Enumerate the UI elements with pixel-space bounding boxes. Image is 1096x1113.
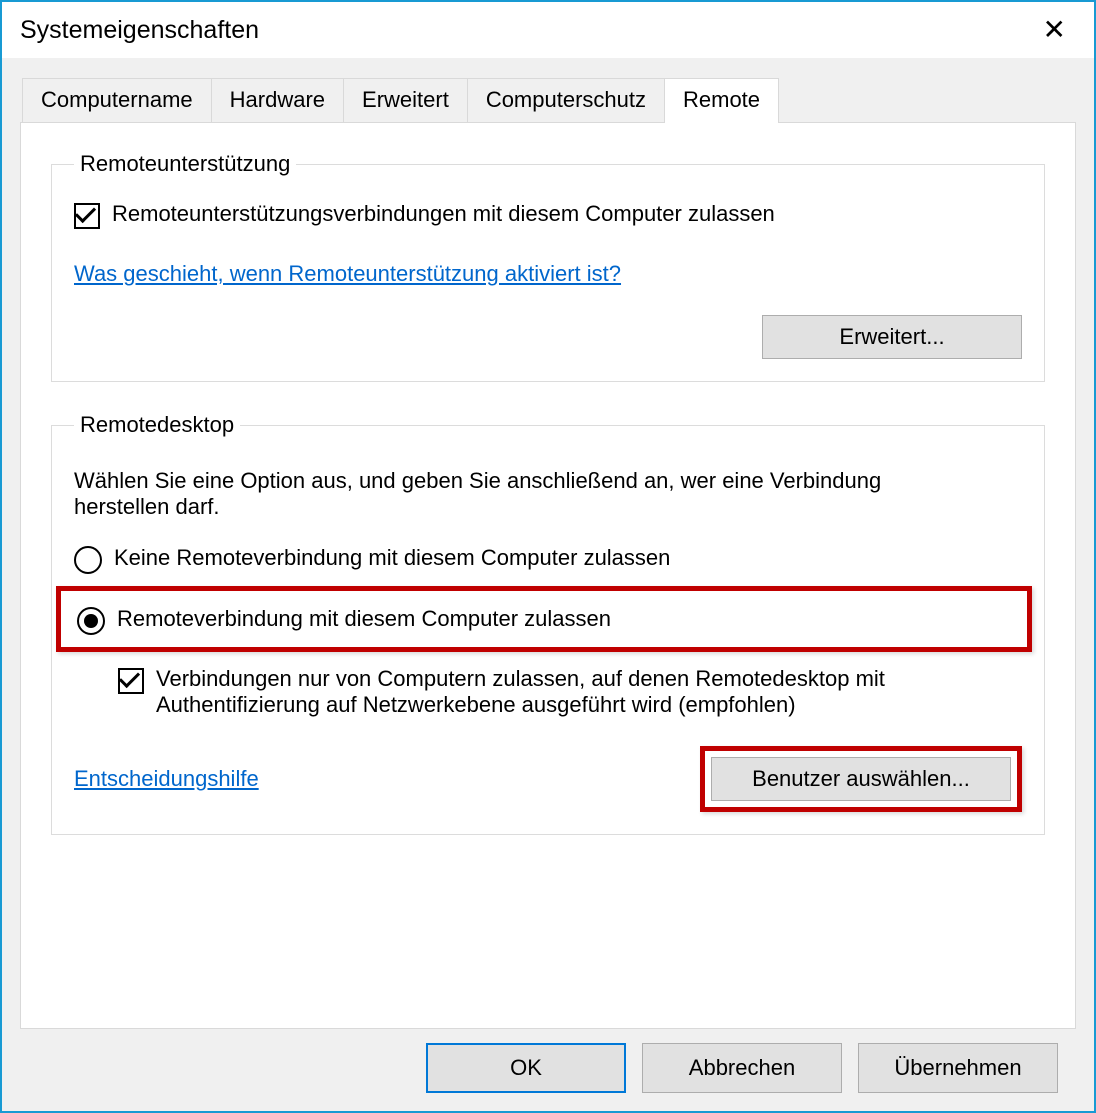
ok-button[interactable]: OK	[426, 1043, 626, 1093]
remote-desktop-legend: Remotedesktop	[74, 412, 240, 438]
remote-support-legend: Remoteunterstützung	[74, 151, 296, 177]
highlight-allow-connection: Remoteverbindung mit diesem Computer zul…	[56, 586, 1032, 652]
allow-remote-support-label: Remoteunterstützungsverbindungen mit die…	[112, 201, 775, 227]
radio-no-connection[interactable]	[74, 546, 102, 574]
radio-no-connection-row: Keine Remoteverbindung mit diesem Comput…	[74, 540, 1022, 580]
allow-remote-support-row: Remoteunterstützungsverbindungen mit die…	[74, 201, 1022, 227]
tab-strip: Computername Hardware Erweitert Computer…	[22, 78, 1076, 123]
radio-allow-connection[interactable]	[77, 607, 105, 635]
tab-label: Remote	[683, 87, 760, 112]
tab-systemprotection[interactable]: Computerschutz	[467, 78, 665, 123]
nla-only-row: Verbindungen nur von Computern zulassen,…	[118, 666, 898, 718]
radio-allow-connection-row: Remoteverbindung mit diesem Computer zul…	[69, 605, 1019, 633]
dialog-footer: OK Abbrechen Übernehmen	[20, 1029, 1076, 1111]
remote-desktop-bottom-row: Entscheidungshilfe Benutzer auswählen...	[74, 746, 1022, 812]
radio-allow-connection-label: Remoteverbindung mit diesem Computer zul…	[117, 606, 611, 632]
cancel-button[interactable]: Abbrechen	[642, 1043, 842, 1093]
remote-desktop-group: Remotedesktop Wählen Sie eine Option aus…	[51, 412, 1045, 835]
tab-advanced[interactable]: Erweitert	[343, 78, 468, 123]
titlebar: Systemeigenschaften ✕	[2, 2, 1094, 58]
tab-label: Erweitert	[362, 87, 449, 112]
apply-button[interactable]: Übernehmen	[858, 1043, 1058, 1093]
tab-label: Computerschutz	[486, 87, 646, 112]
tab-remote[interactable]: Remote	[664, 78, 779, 123]
allow-remote-support-checkbox[interactable]	[74, 203, 100, 229]
tab-hardware[interactable]: Hardware	[211, 78, 344, 123]
nla-only-checkbox[interactable]	[118, 668, 144, 694]
remote-support-help-link[interactable]: Was geschieht, wenn Remoteunterstützung …	[74, 261, 621, 287]
nla-only-label: Verbindungen nur von Computern zulassen,…	[156, 666, 898, 718]
tab-area: Computername Hardware Erweitert Computer…	[2, 58, 1094, 1111]
tab-label: Computername	[41, 87, 193, 112]
system-properties-window: Systemeigenschaften ✕ Computername Hardw…	[0, 0, 1096, 1113]
tab-label: Hardware	[230, 87, 325, 112]
select-users-button[interactable]: Benutzer auswählen...	[711, 757, 1011, 801]
remote-support-advanced-button[interactable]: Erweitert...	[762, 315, 1022, 359]
remote-support-help-row: Was geschieht, wenn Remoteunterstützung …	[74, 245, 1022, 287]
highlight-select-users: Benutzer auswählen...	[700, 746, 1022, 812]
tab-content: Remoteunterstützung Remoteunterstützungs…	[20, 122, 1076, 1029]
help-choose-link[interactable]: Entscheidungshilfe	[74, 766, 259, 792]
radio-no-connection-label: Keine Remoteverbindung mit diesem Comput…	[114, 545, 670, 571]
tab-computername[interactable]: Computername	[22, 78, 212, 123]
remote-desktop-description: Wählen Sie eine Option aus, und geben Si…	[74, 468, 934, 520]
remote-support-group: Remoteunterstützung Remoteunterstützungs…	[51, 151, 1045, 382]
close-icon[interactable]: ✕	[1033, 12, 1076, 48]
remote-support-advanced-row: Erweitert...	[74, 315, 1022, 359]
window-title: Systemeigenschaften	[20, 16, 259, 45]
